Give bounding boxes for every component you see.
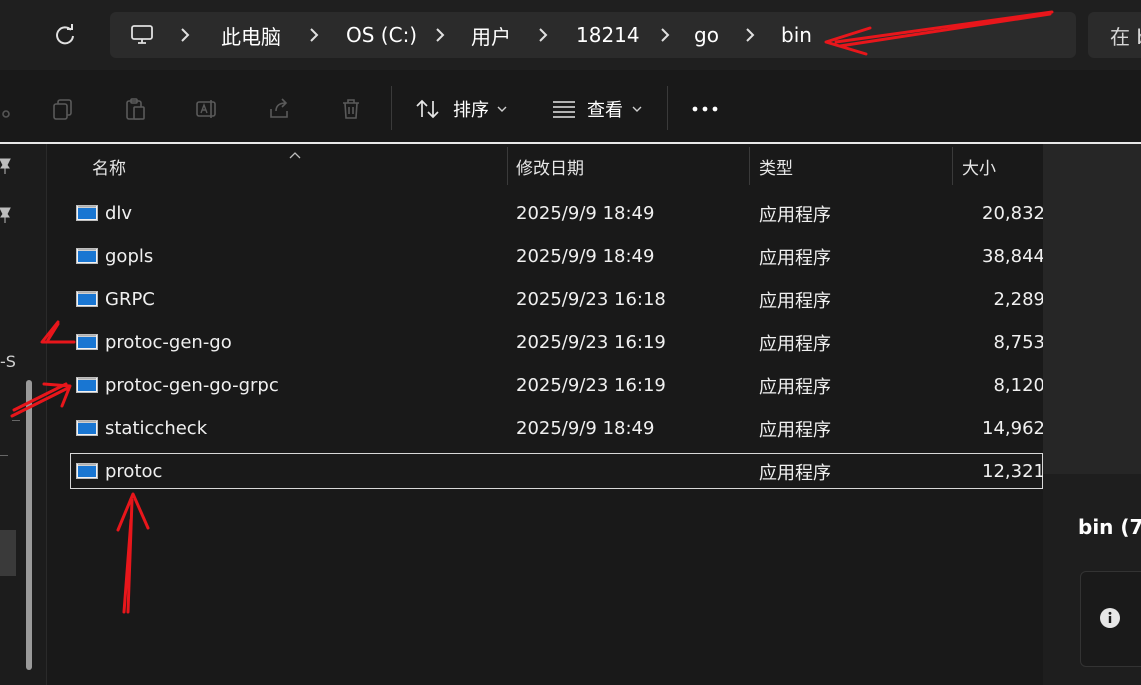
share-icon <box>270 98 288 118</box>
sort-icon[interactable] <box>412 93 444 125</box>
nav-divider <box>0 455 8 456</box>
copy-button[interactable] <box>47 93 79 125</box>
executable-icon[interactable] <box>76 377 98 393</box>
sort-chevron-down-icon[interactable] <box>497 93 507 125</box>
refresh-icon <box>56 24 74 45</box>
file-size: 12,321 <box>982 461 1045 482</box>
file-size: 20,832 <box>982 203 1045 224</box>
breadcrumb-os-drive[interactable]: OS (C:) <box>346 12 417 58</box>
executable-icon[interactable] <box>76 420 98 436</box>
nav-item-label[interactable]: -S <box>0 352 16 371</box>
file-modified-date: 2025/9/23 16:18 <box>516 289 666 310</box>
pin-icon[interactable] <box>0 157 14 179</box>
pin-icon[interactable] <box>0 206 14 228</box>
breadcrumb-chevron-icon[interactable] <box>180 12 190 58</box>
sort-ascending-chevron-icon <box>289 144 301 163</box>
breadcrumb-go[interactable]: go <box>694 12 719 58</box>
file-size: 14,962 <box>982 418 1045 439</box>
breadcrumb-this-pc[interactable]: 此电脑 <box>221 12 281 58</box>
file-name[interactable]: protoc <box>105 450 162 493</box>
cut-icon <box>2 110 10 118</box>
nav-item-selected[interactable] <box>0 530 16 576</box>
more-button[interactable] <box>689 93 721 125</box>
search-placeholder: 在 b <box>1110 24 1141 49</box>
nav-divider <box>12 420 20 421</box>
toolbar-divider <box>667 86 668 130</box>
column-header-size[interactable]: 大小 <box>962 145 996 187</box>
executable-icon[interactable] <box>76 248 98 264</box>
file-name[interactable]: staticcheck <box>105 407 207 450</box>
file-size: 38,844 <box>982 246 1045 267</box>
column-header-modified[interactable]: 修改日期 <box>516 145 584 187</box>
file-modified-date: 2025/9/23 16:19 <box>516 375 666 396</box>
file-type: 应用程序 <box>759 333 831 355</box>
view-icon[interactable] <box>548 93 580 125</box>
rename-icon <box>196 100 216 118</box>
column-header-type[interactable]: 类型 <box>759 145 793 187</box>
breadcrumb-chevron-icon[interactable] <box>660 12 670 58</box>
nav-scrollbar[interactable] <box>26 380 32 670</box>
file-type: 应用程序 <box>759 247 831 269</box>
paste-button[interactable] <box>119 93 151 125</box>
breadcrumb-chevron-icon[interactable] <box>745 12 755 58</box>
breadcrumb-users[interactable]: 用户 <box>471 12 511 58</box>
executable-icon[interactable] <box>76 205 98 221</box>
rename-button[interactable] <box>191 93 223 125</box>
breadcrumb-chevron-icon[interactable] <box>435 12 445 58</box>
breadcrumb-user-folder[interactable]: 18214 <box>576 12 640 58</box>
executable-icon[interactable] <box>76 463 98 479</box>
more-icon <box>692 106 718 112</box>
column-divider[interactable] <box>749 147 750 185</box>
column-header-name[interactable]: 名称 <box>92 145 126 187</box>
info-icon <box>1099 607 1121 629</box>
view-chevron-down-icon[interactable] <box>632 93 642 125</box>
view-button[interactable]: 查看 <box>587 93 623 125</box>
delete-button[interactable] <box>335 93 367 125</box>
executable-icon[interactable] <box>76 291 98 307</box>
breadcrumb-bin[interactable]: bin <box>781 12 812 58</box>
details-title: bin (7 <box>1078 515 1141 539</box>
share-button[interactable] <box>263 93 295 125</box>
file-modified-date: 2025/9/23 16:19 <box>516 332 666 353</box>
computer-icon[interactable] <box>130 23 154 47</box>
file-name[interactable]: GRPC <box>105 278 155 321</box>
file-modified-date: 2025/9/9 18:49 <box>516 246 655 267</box>
file-type: 应用程序 <box>759 419 831 441</box>
file-name[interactable]: gopls <box>105 235 153 278</box>
file-size: 2,289 <box>993 289 1045 310</box>
file-modified-date: 2025/9/9 18:49 <box>516 418 655 439</box>
address-bar[interactable]: 此电脑 OS (C:) 用户 18214 go bin <box>110 12 1076 58</box>
file-modified-date: 2025/9/9 18:49 <box>516 203 655 224</box>
sort-button[interactable]: 排序 <box>453 93 489 125</box>
executable-icon[interactable] <box>76 334 98 350</box>
breadcrumb-chevron-icon[interactable] <box>309 12 319 58</box>
refresh-button[interactable] <box>48 18 82 52</box>
file-name[interactable]: dlv <box>105 192 132 235</box>
file-type: 应用程序 <box>759 376 831 398</box>
breadcrumb-chevron-icon[interactable] <box>538 12 548 58</box>
file-name[interactable]: protoc-gen-go <box>105 321 232 364</box>
copy-icon <box>53 99 72 120</box>
file-name[interactable]: protoc-gen-go-grpc <box>105 364 279 407</box>
column-divider[interactable] <box>952 147 953 185</box>
file-size: 8,753 <box>993 332 1045 353</box>
details-preview <box>1043 144 1141 474</box>
file-type: 应用程序 <box>759 462 831 484</box>
file-size: 8,120 <box>993 375 1045 396</box>
paste-icon <box>126 98 145 120</box>
file-type: 应用程序 <box>759 290 831 312</box>
cut-button[interactable] <box>0 93 20 125</box>
file-type: 应用程序 <box>759 204 831 226</box>
column-divider[interactable] <box>507 147 508 185</box>
delete-icon <box>343 99 359 119</box>
toolbar-divider <box>391 86 392 130</box>
table-row-selected[interactable] <box>70 453 1043 489</box>
